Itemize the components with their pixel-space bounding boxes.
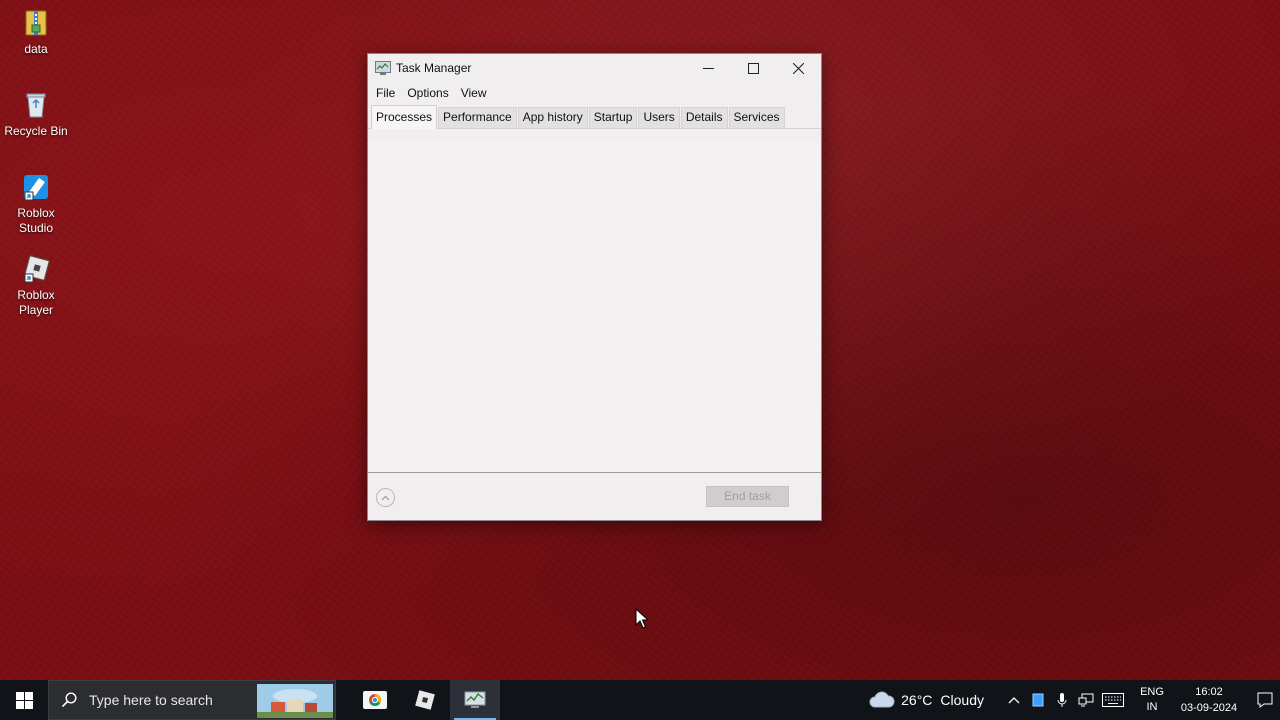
roblox-studio-icon [24, 175, 48, 201]
roblox-icon [415, 690, 435, 710]
desktop-icon-roblox-player[interactable]: Roblox Player [4, 254, 68, 318]
cloud-icon [869, 691, 895, 708]
taskbar-app-chrome[interactable] [350, 680, 400, 720]
desktop-icon-label: data [24, 42, 48, 56]
fewer-details-button[interactable] [376, 488, 395, 507]
processes-panel [368, 142, 821, 473]
weather-widget[interactable]: 26°C Cloudy [869, 691, 984, 709]
desktop-icon-label: Recycle Bin [4, 124, 68, 138]
tab-processes[interactable]: Processes [371, 105, 438, 129]
action-center-button[interactable] [1250, 680, 1280, 720]
desktop-icon-data[interactable]: data [4, 8, 68, 57]
maximize-icon [748, 62, 759, 74]
tab-performance[interactable]: Performance [438, 107, 517, 128]
region-code: IN [1146, 701, 1158, 713]
menu-file[interactable]: File [370, 86, 401, 100]
tab-users[interactable]: Users [638, 107, 680, 128]
taskbar-search-box[interactable]: Type here to search [48, 680, 336, 720]
tab-startup[interactable]: Startup [588, 107, 638, 128]
taskbar-app-task-manager[interactable] [450, 680, 500, 720]
clock-time: 16:02 [1195, 686, 1223, 698]
close-icon [793, 62, 804, 74]
task-manager-window: Task Manager File Options View Processes… [367, 53, 822, 521]
maximize-button[interactable] [731, 54, 776, 82]
window-footer: End task [368, 472, 821, 520]
notification-icon [1257, 692, 1273, 708]
desktop-icon-recycle-bin[interactable]: Recycle Bin [4, 90, 68, 139]
desktop-icon-label: Roblox Studio [17, 206, 55, 235]
menu-bar: File Options View [368, 82, 821, 104]
tab-details[interactable]: Details [680, 107, 728, 128]
close-button[interactable] [776, 54, 821, 82]
window-title: Task Manager [396, 61, 472, 75]
network-icon [1078, 693, 1094, 707]
language-code: ENG [1140, 686, 1164, 698]
tray-app-button[interactable] [1026, 680, 1050, 720]
weather-temperature: 26°C [901, 692, 933, 708]
chevron-up-icon [1008, 697, 1020, 704]
search-placeholder: Type here to search [89, 692, 213, 708]
tab-services[interactable]: Services [728, 107, 785, 128]
taskbar-app-roblox[interactable] [400, 680, 450, 720]
clock-date: 03-09-2024 [1180, 702, 1238, 714]
mouse-cursor-icon [635, 608, 649, 629]
blue-app-icon [1032, 693, 1044, 707]
chevron-up-icon [381, 495, 390, 500]
desktop-icon-roblox-studio[interactable]: Roblox Studio [4, 172, 68, 236]
touch-keyboard-button[interactable] [1098, 680, 1128, 720]
keyboard-icon [1102, 693, 1124, 707]
minimize-icon [703, 67, 714, 69]
task-manager-icon [375, 61, 391, 75]
roblox-player-icon [24, 255, 50, 283]
search-icon [61, 692, 77, 708]
search-highlight-illustration-icon [257, 684, 333, 718]
microphone-icon [1057, 693, 1067, 707]
end-task-button[interactable]: End task [706, 486, 789, 507]
menu-view[interactable]: View [455, 86, 493, 100]
chrome-icon [363, 691, 387, 709]
minimize-button[interactable] [686, 54, 731, 82]
desktop-icon-label: Roblox Player [17, 288, 55, 317]
title-bar[interactable]: Task Manager [368, 54, 821, 82]
input-language-button[interactable]: ENG IN [1134, 685, 1170, 715]
taskbar: Type here to search 26°C Cloudy ENG IN 1… [0, 680, 1280, 720]
tab-app-history[interactable]: App history [517, 107, 588, 128]
taskbar-clock[interactable]: 16:02 03-09-2024 [1174, 684, 1244, 716]
menu-options[interactable]: Options [401, 86, 454, 100]
weather-condition: Cloudy [940, 692, 984, 708]
task-manager-icon [464, 691, 486, 708]
system-tray: 26°C Cloudy ENG IN 16:02 03-09-2024 [869, 680, 1280, 720]
recycle-bin-icon [26, 93, 46, 118]
microphone-button[interactable] [1050, 680, 1074, 720]
windows-logo-icon [15, 691, 33, 709]
network-button[interactable] [1074, 680, 1098, 720]
show-hidden-icons-button[interactable] [1002, 680, 1026, 720]
tab-strip: Processes Performance App history Startu… [368, 104, 821, 129]
start-button[interactable] [0, 680, 48, 720]
zip-folder-icon [25, 10, 47, 36]
